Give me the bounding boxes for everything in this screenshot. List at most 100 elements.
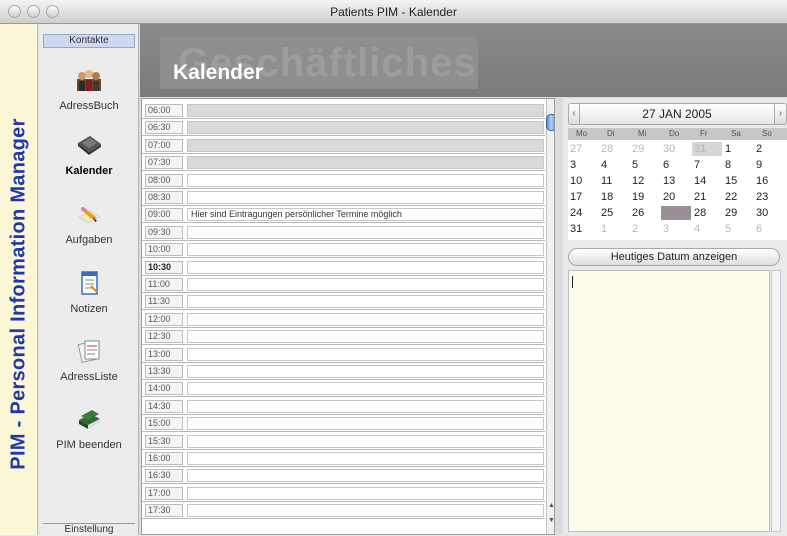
calendar-day[interactable]: 13 [661, 174, 691, 188]
time-label: 16:30 [145, 469, 183, 483]
calendar-day[interactable]: 31 [692, 142, 722, 156]
appointment-field[interactable] [187, 486, 544, 500]
calendar-day[interactable]: 3 [661, 222, 691, 236]
calendar-day[interactable]: 26 [630, 206, 660, 220]
time-label: 09:00 [145, 208, 183, 222]
calendar-day[interactable]: 4 [692, 222, 722, 236]
notes-scrollbar[interactable] [771, 270, 781, 532]
appointment-field[interactable] [187, 278, 544, 291]
day-scrollbar[interactable]: ▲ ▼ [546, 99, 554, 534]
calendar-day[interactable]: 18 [599, 190, 629, 204]
nav-label-pim-beenden: PIM beenden [56, 439, 122, 451]
appointment-field[interactable] [187, 365, 544, 378]
window-title: Patients PIM - Kalender [330, 5, 457, 19]
calendar-day[interactable]: 1 [723, 142, 753, 156]
calendar-day[interactable]: 1 [599, 222, 629, 236]
time-label: 16:00 [145, 452, 183, 465]
calendar-day[interactable]: 5 [630, 158, 660, 172]
calendar-day[interactable]: 14 [692, 174, 722, 188]
appointment-field[interactable] [187, 417, 544, 431]
calendar-day[interactable]: 5 [723, 222, 753, 236]
nav-label-kalender: Kalender [65, 165, 113, 177]
tab-kontakte[interactable]: Kontakte [43, 34, 135, 48]
calendar-day[interactable]: 12 [630, 174, 660, 188]
appointment-field[interactable] [187, 469, 544, 483]
calendar-day[interactable]: 19 [630, 190, 660, 204]
appointment-field[interactable] [187, 330, 544, 344]
calendar-day[interactable]: 10 [568, 174, 598, 188]
appointment-field[interactable]: Hier sind Eintragungen persönlicher Term… [187, 208, 544, 222]
tab-einstellung[interactable]: Einstellung [43, 523, 135, 535]
calendar-day[interactable]: 24 [568, 206, 598, 220]
calendar-day-selected[interactable]: 27 [661, 206, 691, 220]
calendar-day[interactable]: 6 [754, 222, 784, 236]
appointment-field[interactable] [187, 434, 544, 448]
weekday-label: Sa [731, 129, 741, 138]
nav-item-notizen[interactable]: Notizen [39, 270, 139, 338]
time-label: 13:00 [145, 347, 183, 361]
calendar-day[interactable]: 30 [661, 142, 691, 156]
time-label: 14:30 [145, 399, 183, 413]
calendar-day[interactable]: 31 [568, 222, 598, 236]
calendar-day[interactable]: 2 [630, 222, 660, 236]
appointment-field[interactable] [187, 243, 544, 257]
calendar-day[interactable]: 6 [661, 158, 691, 172]
appointment-field[interactable] [187, 138, 544, 152]
calendar-day[interactable]: 28 [692, 206, 722, 220]
nav-item-adressbuch[interactable]: AdressBuch [39, 67, 139, 135]
appointment-field[interactable] [187, 191, 544, 204]
calendar-day[interactable]: 16 [754, 174, 784, 188]
appointment-field[interactable] [187, 399, 544, 413]
page-header: Geschäftliches Kalender [140, 24, 787, 97]
appointment-field[interactable] [187, 260, 544, 274]
calendar-day[interactable]: 17 [568, 190, 598, 204]
time-label: 14:00 [145, 382, 183, 396]
nav-item-adressliste[interactable]: AdressListe [39, 338, 139, 406]
appointment-field[interactable] [187, 104, 544, 117]
appointment-field[interactable] [187, 156, 544, 170]
appointment-field[interactable] [187, 173, 544, 187]
appointment-field[interactable] [187, 121, 544, 135]
calendar-day[interactable]: 29 [723, 206, 753, 220]
calendar-day[interactable]: 4 [599, 158, 629, 172]
prev-month-button[interactable]: ‹ [568, 103, 580, 125]
calendar-day[interactable]: 2 [754, 142, 784, 156]
calendar-day[interactable]: 29 [630, 142, 660, 156]
appointment-field[interactable] [187, 504, 544, 518]
time-slot-row: 09:30 [142, 225, 545, 241]
calendar-day[interactable]: 7 [692, 158, 722, 172]
calendar-day[interactable]: 20 [661, 190, 691, 204]
calendar-day[interactable]: 21 [692, 190, 722, 204]
time-label: 08:30 [145, 191, 183, 204]
show-today-button[interactable]: Heutiges Datum anzeigen [568, 248, 780, 266]
appointment-field[interactable] [187, 312, 544, 326]
notes-field[interactable] [568, 270, 770, 532]
app-label: PIM - Personal Information Manager [7, 118, 30, 470]
calendar-day[interactable]: 15 [723, 174, 753, 188]
calendar-day[interactable]: 8 [723, 158, 753, 172]
appointment-field[interactable] [187, 347, 544, 361]
calendar-day[interactable]: 28 [599, 142, 629, 156]
scroll-down-arrow[interactable]: ▼ [548, 517, 554, 525]
nav-item-aufgaben[interactable]: Aufgaben [39, 201, 139, 269]
calendar-day[interactable]: 3 [568, 158, 598, 172]
calendar-day[interactable]: 11 [599, 174, 629, 188]
next-month-button[interactable]: › [774, 103, 787, 125]
appointment-field[interactable] [187, 452, 544, 465]
calendar-day[interactable]: 9 [754, 158, 784, 172]
calendar-day[interactable]: 27 [568, 142, 598, 156]
scroll-thumb[interactable] [546, 114, 554, 131]
calendar-day[interactable]: 23 [754, 190, 784, 204]
calendar-day[interactable]: 30 [754, 206, 784, 220]
calendar-day[interactable]: 25 [599, 206, 629, 220]
nav-item-kalender[interactable]: Kalender [39, 132, 139, 200]
nav-item-pim-beenden[interactable]: PIM beenden [39, 406, 139, 474]
time-label: 10:00 [145, 243, 183, 257]
appointment-field[interactable] [187, 295, 544, 309]
organizer-icon [78, 136, 101, 155]
calendar-day[interactable]: 22 [723, 190, 753, 204]
appointment-field[interactable] [187, 225, 544, 239]
scroll-up-arrow[interactable]: ▲ [548, 502, 554, 510]
appointment-field[interactable] [187, 382, 544, 396]
calendar-title: 27 JAN 2005 [580, 103, 774, 125]
